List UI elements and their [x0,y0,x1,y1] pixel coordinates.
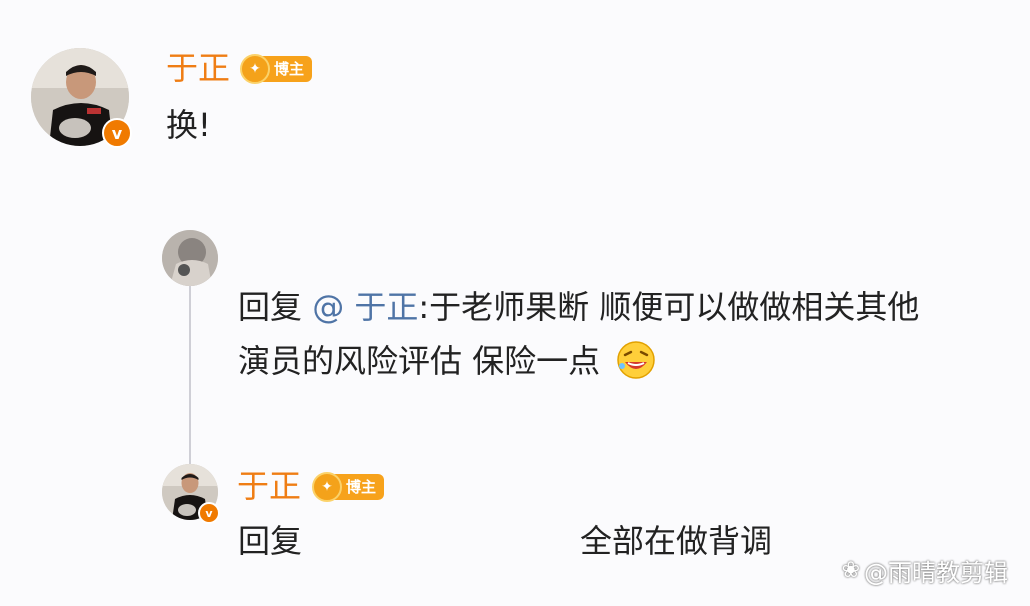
thread-line [189,286,191,464]
watermark-text: @雨晴教剪辑 [864,559,1008,587]
replier-avatar[interactable] [162,230,218,286]
watermark: ❀ @雨晴教剪辑 [842,553,1008,588]
reply-text-line1: 回复 @ 于正:于老师果断 顺便可以做做相关其他 [238,284,919,330]
paw-icon: ❀ [841,558,860,583]
reply-text-line2: 演员的风险评估 保险一点 [238,338,656,384]
verified-icon-small: v [198,502,220,524]
reply-blogger-badge: ✦ 博主 [312,472,385,502]
reply-body-line2: 演员的风险评估 保险一点 [238,342,601,380]
medal-icon: ✦ [312,472,342,502]
reply-author-name[interactable]: 于正 [237,466,301,506]
comment-text: 换! [166,106,211,144]
medal-icon: ✦ [240,54,270,84]
mention-link[interactable]: @ 于正 [312,288,418,326]
reply-prefix: 回复 [238,288,303,326]
blogger-badge: ✦ 博主 [240,54,313,84]
reply-body: :于老师果断 顺便可以做做相关其他 [418,288,920,326]
verified-icon: v [102,118,132,148]
reply2-text: 全部在做背调 [580,522,773,560]
author-name[interactable]: 于正 [166,48,230,88]
laughing-emoji-icon [617,341,656,379]
reply2-prefix[interactable]: 回复 [238,518,302,564]
